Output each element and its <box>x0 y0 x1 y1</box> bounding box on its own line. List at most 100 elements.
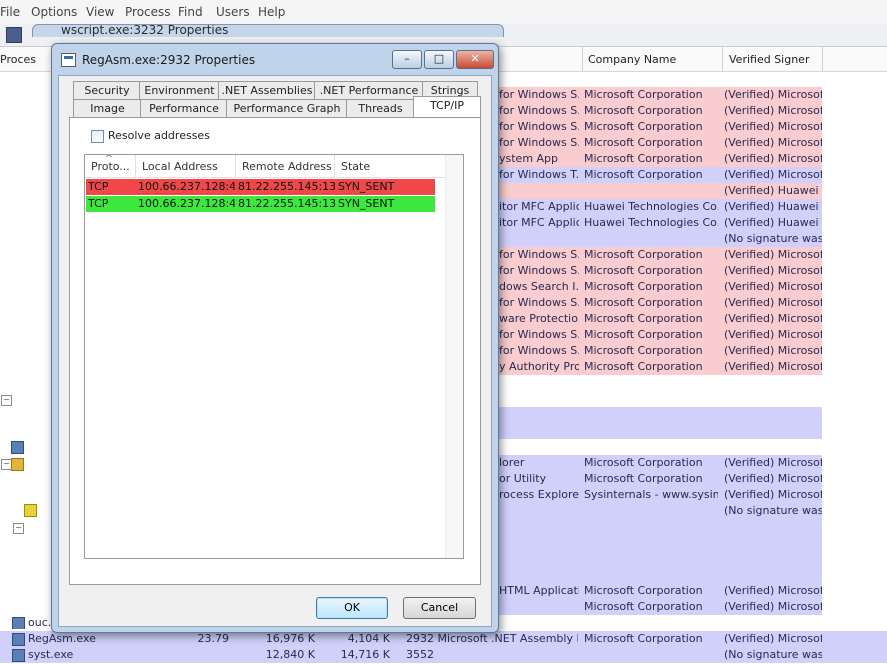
connections-scrollbar[interactable] <box>445 155 463 558</box>
process-row-pid-desc: 3552 <box>406 648 434 661</box>
ok-button[interactable]: OK <box>316 597 388 619</box>
tab-performance-graph[interactable]: Performance Graph <box>226 99 348 117</box>
connection-state: SYN_SENT <box>338 180 395 193</box>
process-row[interactable]: rocess Explorer Sysinternals - www.sysint… <box>496 487 822 503</box>
process-row[interactable]: for Windows S... Microsoft Corporation (Ve… <box>496 119 822 135</box>
minimize-button[interactable]: – <box>392 50 422 69</box>
tcp-ip-panel: Resolve addresses ^ Proto... Local Addre… <box>69 117 481 585</box>
connection-proto: TCP <box>88 180 109 193</box>
process-row[interactable]: for Windows S... Microsoft Corporation (Ve… <box>496 343 822 359</box>
process-row[interactable]: for Windows S... Microsoft Corporation (Ve… <box>496 295 822 311</box>
process-row[interactable]: for Windows S... Microsoft Corporation (Ve… <box>496 87 822 103</box>
process-row-desc: itor MFC Applic... <box>499 216 579 229</box>
menu-options[interactable]: Options <box>31 5 77 19</box>
tab-net-assemblies[interactable]: .NET Assemblies <box>218 81 316 99</box>
process-row-signer: (Verified) Microsoft... <box>724 248 822 261</box>
local-address-column[interactable]: Local Address <box>136 155 236 177</box>
process-row[interactable] <box>496 439 822 455</box>
cancel-button[interactable]: Cancel <box>403 597 476 619</box>
process-row[interactable]: HTML Applicati... Microsoft Corporation (V… <box>496 583 822 599</box>
process-row-desc: for Windows S... <box>499 264 579 277</box>
column-divider[interactable] <box>822 47 823 71</box>
background-properties-window[interactable]: wscript.exe:3232 Properties <box>32 24 504 37</box>
process-row[interactable]: for Windows S... Microsoft Corporation (Ve… <box>496 103 822 119</box>
process-row[interactable]: lorer Microsoft Corporation (Verified) Mic… <box>496 455 822 471</box>
resolve-addresses-checkbox[interactable] <box>91 130 104 143</box>
process-row-company: Microsoft Corporation <box>584 120 703 133</box>
signer-column[interactable]: Verified Signer <box>729 53 809 66</box>
process-row[interactable]: (No signature was... <box>496 231 822 247</box>
state-column[interactable]: State <box>335 155 435 177</box>
process-row-desc: for Windows S... <box>499 328 579 341</box>
process-row-name: RegAsm.exe <box>28 632 96 645</box>
process-row-company: Microsoft Corporation <box>584 360 703 373</box>
tab-net-performance[interactable]: .NET Performance <box>314 81 424 99</box>
connections-list[interactable]: ^ Proto... Local Address Remote Address … <box>84 154 464 559</box>
process-row[interactable] <box>496 423 822 439</box>
tree-collapse-icon[interactable]: − <box>13 523 24 534</box>
process-row[interactable] <box>496 519 822 535</box>
connection-row[interactable]: TCP 100.66.237.128:4...81.22.255.145:13..… <box>86 196 435 212</box>
process-row[interactable] <box>496 551 822 567</box>
menu-process[interactable]: Process <box>125 5 171 19</box>
process-row[interactable]: itor MFC Applic... Huawei Technologies Co… <box>496 215 822 231</box>
remote-address-column[interactable]: Remote Address <box>236 155 335 177</box>
tab-environment[interactable]: Environment <box>139 81 220 99</box>
process-row-desc: itor MFC Applic... <box>499 200 579 213</box>
process-row-desc: for Windows S... <box>499 296 579 309</box>
process-row[interactable]: for Windows S... Microsoft Corporation (Ve… <box>496 263 822 279</box>
process-row[interactable]: syst.exe 12,840 K 14,716 K 3552 (No signatur… <box>0 647 887 663</box>
tab-image[interactable]: Image <box>73 99 142 117</box>
tab-tcp-ip[interactable]: TCP/IP <box>413 96 481 117</box>
process-row[interactable]: ystem App Microsoft Corporation (Verified)… <box>496 151 822 167</box>
process-row-signer: (Verified) Microsoft... <box>724 600 822 613</box>
menu-view[interactable]: View <box>86 5 114 19</box>
process-row[interactable]: Microsoft Corporation (Verified) Microsof… <box>496 599 822 615</box>
process-row[interactable] <box>496 535 822 551</box>
process-row[interactable]: for Windows T... Microsoft Corporation (Ve… <box>496 167 822 183</box>
process-row-company: Microsoft Corporation <box>584 264 703 277</box>
process-row[interactable] <box>496 391 822 407</box>
process-row-signer: (Verified) Microsoft... <box>724 104 822 117</box>
process-column[interactable]: Proces <box>0 53 36 66</box>
tree-collapse-icon[interactable]: − <box>1 395 12 406</box>
process-row-company: Microsoft Corporation <box>584 632 703 645</box>
menu-find[interactable]: Find <box>178 5 203 19</box>
process-row[interactable]: RegAsm.exe 23.79 16,976 K 4,104 K 2932 Micro… <box>0 631 887 647</box>
process-row-signer: (Verified) Huawei ... <box>724 184 822 197</box>
process-row-signer: (Verified) Microsoft... <box>724 88 822 101</box>
resolve-addresses-label[interactable]: Resolve addresses <box>108 129 210 142</box>
process-row[interactable] <box>496 407 822 423</box>
process-row[interactable]: itor MFC Applic... Huawei Technologies Co… <box>496 199 822 215</box>
process-row[interactable]: dows Search I... Microsoft Corporation (Ve… <box>496 279 822 295</box>
column-divider[interactable] <box>582 47 583 71</box>
save-icon[interactable] <box>6 27 22 43</box>
close-button[interactable]: ✕ <box>456 50 494 69</box>
process-row[interactable] <box>496 567 822 583</box>
maximize-button[interactable]: □ <box>424 50 454 69</box>
tab-performance[interactable]: Performance <box>140 99 228 117</box>
company-column[interactable]: Company Name <box>588 53 676 66</box>
process-row[interactable]: for Windows S... Microsoft Corporation (Ve… <box>496 247 822 263</box>
process-row[interactable]: or Utility Microsoft Corporation (Verified… <box>496 471 822 487</box>
process-row[interactable]: (Verified) Huawei ... <box>496 183 822 199</box>
proto-column[interactable]: ^ Proto... <box>85 155 136 177</box>
process-row[interactable]: for Windows S... Microsoft Corporation (Ve… <box>496 327 822 343</box>
column-divider[interactable] <box>722 47 723 71</box>
process-icon <box>24 504 37 517</box>
process-row[interactable]: (No signature was... <box>496 503 822 519</box>
process-row-desc: for Windows S... <box>499 88 579 101</box>
process-row[interactable] <box>496 375 822 391</box>
menu-users[interactable]: Users <box>216 5 250 19</box>
process-row[interactable]: ware Protectio... Microsoft Corporation (V… <box>496 311 822 327</box>
menu-help[interactable]: Help <box>258 5 285 19</box>
menu-file[interactable]: File <box>0 5 20 19</box>
tab-security[interactable]: Security <box>73 81 141 99</box>
tab-threads[interactable]: Threads <box>346 99 415 117</box>
process-row[interactable]: for Windows S... Microsoft Corporation (Ve… <box>496 135 822 151</box>
background-window-title: wscript.exe:3232 Properties <box>61 24 229 37</box>
process-row-signer: (Verified) Microsoft... <box>724 344 822 357</box>
process-row[interactable]: y Authority Proc... Microsoft Corporation… <box>496 359 822 375</box>
connection-row[interactable]: TCP 100.66.237.128:4...81.22.255.145:13..… <box>86 179 435 195</box>
process-row-desc: rocess Explorer <box>499 488 579 501</box>
